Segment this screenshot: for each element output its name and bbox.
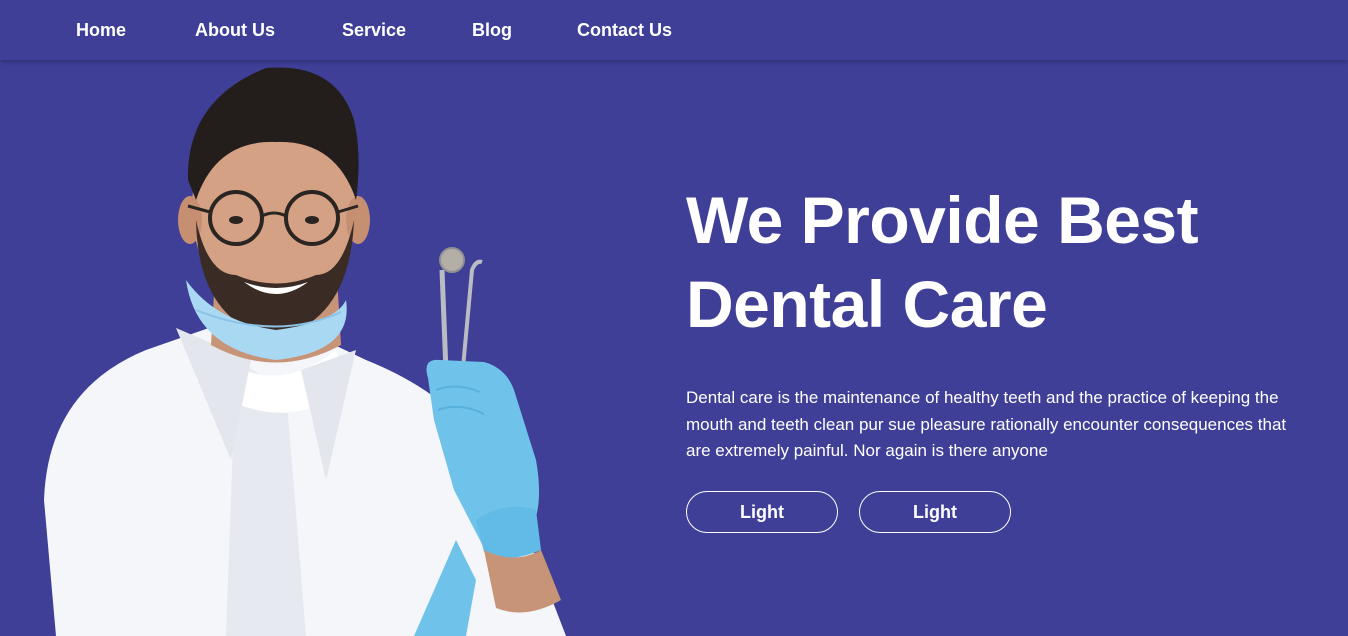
nav-link-service[interactable]: Service xyxy=(342,20,406,41)
hero-title-line-2: Dental Care xyxy=(686,267,1048,341)
top-navbar: Home About Us Service Blog Contact Us xyxy=(0,0,1348,60)
dentist-illustration xyxy=(44,67,566,636)
nav-link-contact-us[interactable]: Contact Us xyxy=(577,20,672,41)
hero-title-line-1: We Provide Best xyxy=(686,183,1199,257)
hero-description: Dental care is the maintenance of health… xyxy=(686,388,1287,460)
nav-link-home[interactable]: Home xyxy=(76,20,126,41)
nav-link-about-us[interactable]: About Us xyxy=(195,20,275,41)
hero-title: We Provide Best Dental Care xyxy=(686,178,1326,346)
hero-button-primary[interactable]: Light xyxy=(686,491,838,533)
nav-link-blog[interactable]: Blog xyxy=(472,20,512,41)
hero-button-secondary[interactable]: Light xyxy=(859,491,1011,533)
